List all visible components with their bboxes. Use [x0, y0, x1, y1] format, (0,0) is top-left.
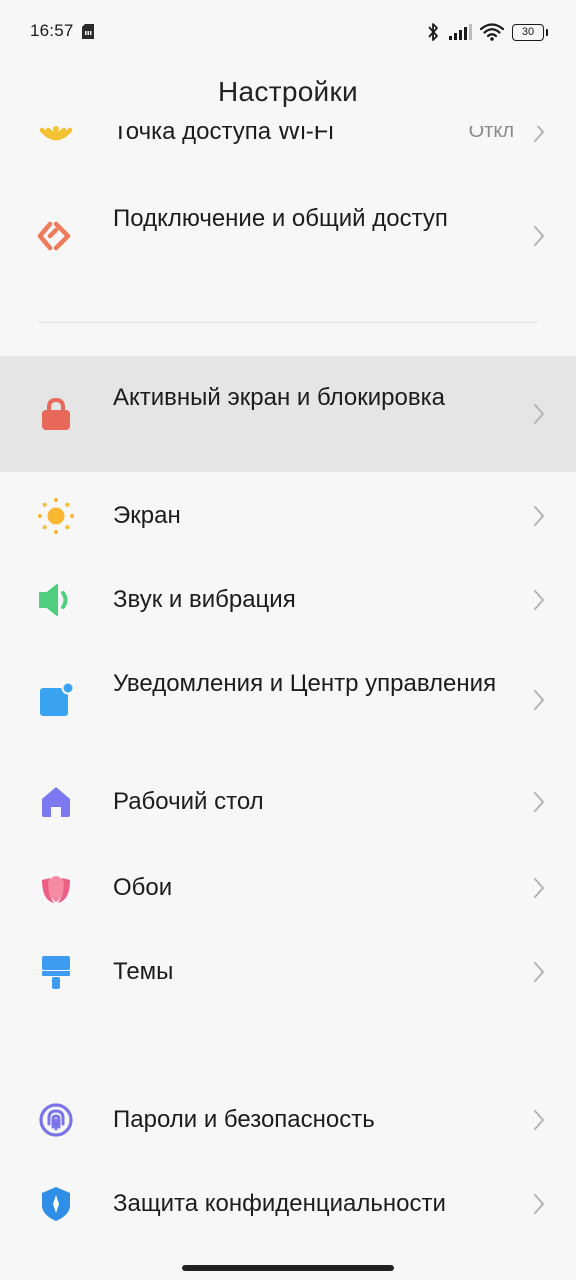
- settings-item-display[interactable]: Экран: [0, 472, 576, 556]
- settings-item-label: Подключение и общий доступ: [113, 205, 448, 232]
- paint-brush-icon: [42, 956, 70, 989]
- settings-item-value: Откл: [468, 126, 514, 142]
- chevron-right-icon: [534, 506, 544, 526]
- settings-item-label: Уведомления и Центр управления: [113, 670, 497, 697]
- settings-item-passwords-security[interactable]: Пароли и безопасность: [0, 1078, 576, 1162]
- status-bar: 16:57 30: [0, 0, 576, 64]
- battery-level: 30: [521, 25, 535, 38]
- settings-item-themes[interactable]: Темы: [0, 928, 576, 1014]
- chevron-right-icon: [534, 962, 544, 982]
- wifi-icon: [480, 23, 504, 41]
- settings-list[interactable]: Точка доступа Wi-Fi Откл Подключение и о…: [0, 126, 576, 1250]
- settings-item-label: Пароли и безопасность: [113, 1106, 375, 1133]
- settings-item-sound[interactable]: Звук и вибрация: [0, 556, 576, 642]
- settings-item-label: Звук и вибрация: [113, 586, 296, 613]
- chevron-right-icon: [534, 126, 544, 142]
- home-icon: [42, 787, 70, 817]
- settings-item-label: Точка доступа Wi-Fi: [113, 126, 334, 145]
- page-title: Настройки: [218, 76, 358, 107]
- settings-item-label: Защита конфиденциальности: [113, 1190, 446, 1217]
- settings-item-notifications[interactable]: Уведомления и Центр управления: [0, 642, 576, 758]
- settings-item-home-screen[interactable]: Рабочий стол: [0, 758, 576, 844]
- chevron-right-icon: [534, 1194, 544, 1214]
- status-icons: 30: [426, 20, 548, 44]
- chevron-right-icon: [534, 878, 544, 898]
- notification-icon: [40, 681, 75, 716]
- chevron-right-icon: [534, 792, 544, 812]
- settings-item-label: Экран: [113, 502, 181, 529]
- settings-item-privacy[interactable]: Защита конфиденциальности: [0, 1162, 576, 1248]
- settings-item-connection-sharing[interactable]: Подключение и общий доступ: [0, 186, 576, 286]
- bluetooth-icon: [428, 23, 438, 41]
- connection-sharing-icon: [37, 221, 71, 251]
- home-indicator[interactable]: [182, 1265, 394, 1271]
- chevron-right-icon: [534, 404, 544, 424]
- settings-item-label: Активный экран и блокировка: [113, 384, 445, 411]
- chevron-right-icon: [534, 226, 544, 246]
- settings-item-label: Темы: [113, 958, 174, 985]
- settings-item-label: Рабочий стол: [113, 788, 264, 815]
- lock-icon: [42, 397, 70, 430]
- section-divider: [38, 322, 538, 323]
- tulip-icon: [42, 876, 70, 903]
- settings-item-wallpaper[interactable]: Обои: [0, 844, 576, 928]
- sd-card-icon: [82, 24, 94, 39]
- chevron-right-icon: [534, 590, 544, 610]
- sun-icon: [38, 498, 74, 534]
- battery-icon: 30: [512, 23, 548, 41]
- speaker-icon: [39, 584, 68, 616]
- privacy-shield-icon: [42, 1187, 70, 1221]
- settings-item-hotspot[interactable]: Точка доступа Wi-Fi Откл: [0, 126, 576, 172]
- settings-item-lock-screen[interactable]: Активный экран и блокировка: [0, 356, 576, 472]
- chevron-right-icon: [534, 690, 544, 710]
- settings-item-label: Обои: [113, 874, 173, 901]
- signal-icon: [449, 24, 472, 40]
- fingerprint-icon: [39, 1103, 73, 1137]
- hotspot-icon: [39, 126, 73, 141]
- header: Настройки: [0, 64, 576, 124]
- status-time: 16:57: [30, 21, 74, 40]
- chevron-right-icon: [534, 1110, 544, 1130]
